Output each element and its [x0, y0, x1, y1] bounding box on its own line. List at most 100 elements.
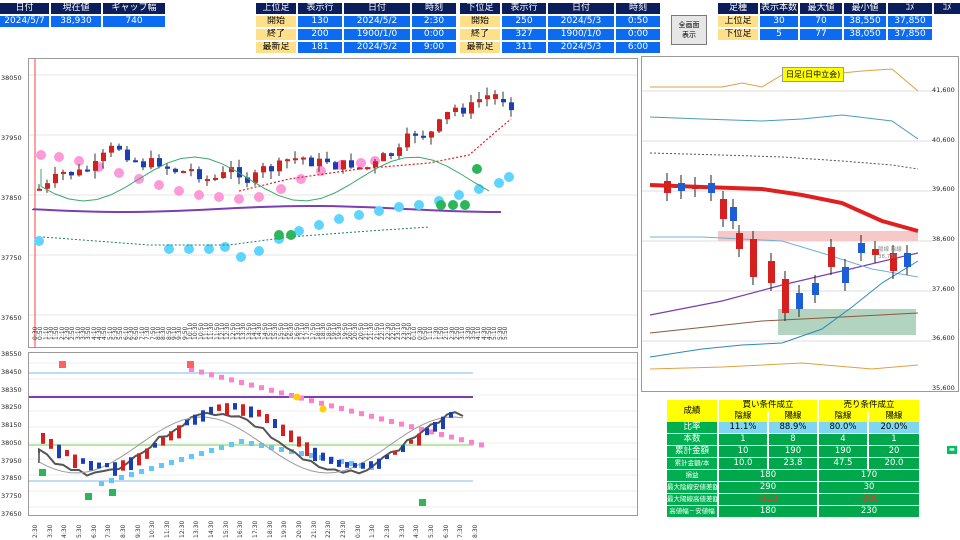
- cyan-marker: [159, 463, 164, 468]
- sell-marker-icon: [187, 361, 194, 368]
- candle-body: [37, 188, 42, 191]
- cyan-marker: [220, 242, 230, 252]
- pink-marker: [209, 372, 214, 378]
- x-tick-label: 6:30: [90, 524, 98, 538]
- cyan-marker: [414, 200, 424, 210]
- upper-rows-header: 表示行: [298, 3, 342, 14]
- cyan-marker: [314, 220, 324, 230]
- y-tick-label: 37750: [1, 254, 22, 262]
- lower-bar-type: 下位足: [718, 29, 758, 40]
- y-tick-label: 38,600: [932, 235, 955, 243]
- cyan-marker: [199, 451, 204, 456]
- cyan-marker: [236, 252, 246, 262]
- x-tick-label: 7:30: [105, 524, 113, 538]
- lower-max-value: 38,050: [844, 29, 886, 40]
- lower-type-value: 5: [760, 29, 798, 40]
- pink-marker: [479, 442, 484, 448]
- upper-display-count: 70: [800, 16, 842, 27]
- y-tick-label: 37950: [1, 134, 22, 142]
- cyan-marker: [219, 445, 224, 450]
- candle-body: [73, 454, 77, 468]
- candle-body: [277, 160, 282, 172]
- pink-marker: [279, 390, 284, 396]
- stats-cell: 20.0%: [869, 422, 919, 433]
- alert-arrow-icon: [319, 405, 327, 413]
- x-tick-label: 2:30: [384, 524, 391, 538]
- y-tick-label: 39,600: [932, 185, 955, 194]
- lower-date-header: 日付: [548, 3, 614, 14]
- upper-end-date: 1900/1/0: [344, 29, 410, 40]
- upper-start-rows: 130: [298, 16, 342, 27]
- candle-body: [77, 169, 82, 176]
- candle-body: [169, 431, 173, 441]
- x-tick-label: 13:30: [193, 520, 201, 538]
- y-tick-label: 40,600: [932, 135, 955, 144]
- stats-cell: 47.5: [819, 458, 867, 469]
- candle-body: [429, 131, 434, 138]
- pink-marker: [399, 421, 404, 427]
- stats-cell: 290: [719, 482, 817, 493]
- candle-body: [329, 456, 333, 464]
- pink-marker: [459, 437, 464, 443]
- pink-marker: [296, 174, 306, 184]
- upper-latest-rows: 181: [298, 42, 342, 53]
- sub-oscillator-chart[interactable]: [28, 352, 638, 516]
- daily-chart-canvas: [642, 68, 932, 370]
- upper-end-label: 終了: [256, 29, 296, 40]
- candle-body: [89, 460, 93, 471]
- lower-start-time: 0:50: [616, 16, 660, 27]
- lower-end-date: 1900/1/0: [548, 29, 614, 40]
- pink-marker: [339, 406, 344, 411]
- candle-body: [117, 145, 122, 150]
- lower-rows-header: 表示行: [502, 3, 546, 14]
- stats-cell: 230: [819, 506, 919, 517]
- red-ma-line: [649, 183, 919, 233]
- y-tick-label: 38450: [1, 367, 22, 376]
- pink-marker: [449, 434, 454, 440]
- x-tick-label: 20:30: [296, 520, 303, 538]
- daily-chart[interactable]: 日足(日中立会) 陽線 陰線 38,730: [641, 56, 959, 392]
- pink-marker: [469, 439, 474, 445]
- candle-body: [301, 157, 306, 160]
- candle-body: [477, 99, 482, 103]
- candle-body: [501, 99, 506, 103]
- main-candlestick-chart[interactable]: [28, 58, 638, 348]
- y-tick-label: 41,600: [932, 86, 955, 94]
- stats-cell: 10.0: [719, 458, 767, 469]
- lower-min-value: 37,850: [888, 29, 932, 40]
- fullscreen-button[interactable]: 全画面 表示: [671, 15, 707, 45]
- candle-body: [285, 159, 290, 162]
- candle-body: [197, 169, 202, 180]
- x-tick-label: 6:30: [442, 524, 450, 538]
- candle-body: [221, 172, 226, 178]
- candle-body: [241, 404, 245, 416]
- candle-body: [437, 119, 442, 132]
- candle-body: [53, 173, 58, 184]
- cyan-marker: [129, 472, 134, 477]
- candle-body: [369, 461, 373, 468]
- cyan-marker: [34, 236, 44, 246]
- y-tick-label: 35,600: [932, 384, 955, 392]
- pink-marker: [174, 186, 184, 196]
- candle-body: [85, 169, 90, 172]
- candle-body: [257, 409, 261, 417]
- pink-marker: [359, 411, 364, 417]
- candle-body: [269, 166, 274, 172]
- candle-body: [405, 133, 410, 148]
- x-tick-label: 7:30: [457, 524, 465, 538]
- candle-body: [69, 171, 74, 176]
- upper-end-time: 0:00: [412, 29, 456, 40]
- candle-body: [265, 414, 269, 423]
- candle-body: [177, 425, 181, 439]
- candle-body: [453, 107, 458, 112]
- candle-body: [145, 448, 149, 459]
- pink-marker: [249, 382, 254, 388]
- cyan-marker: [169, 460, 174, 465]
- gap-value: 740: [103, 16, 165, 27]
- candle-body: [365, 167, 370, 170]
- pink-marker: [309, 398, 314, 404]
- pink-marker: [409, 424, 414, 430]
- x-tick-label: 14:30: [208, 520, 215, 538]
- cyan-marker: [229, 442, 234, 447]
- x-tick-label: 5:30: [76, 524, 83, 538]
